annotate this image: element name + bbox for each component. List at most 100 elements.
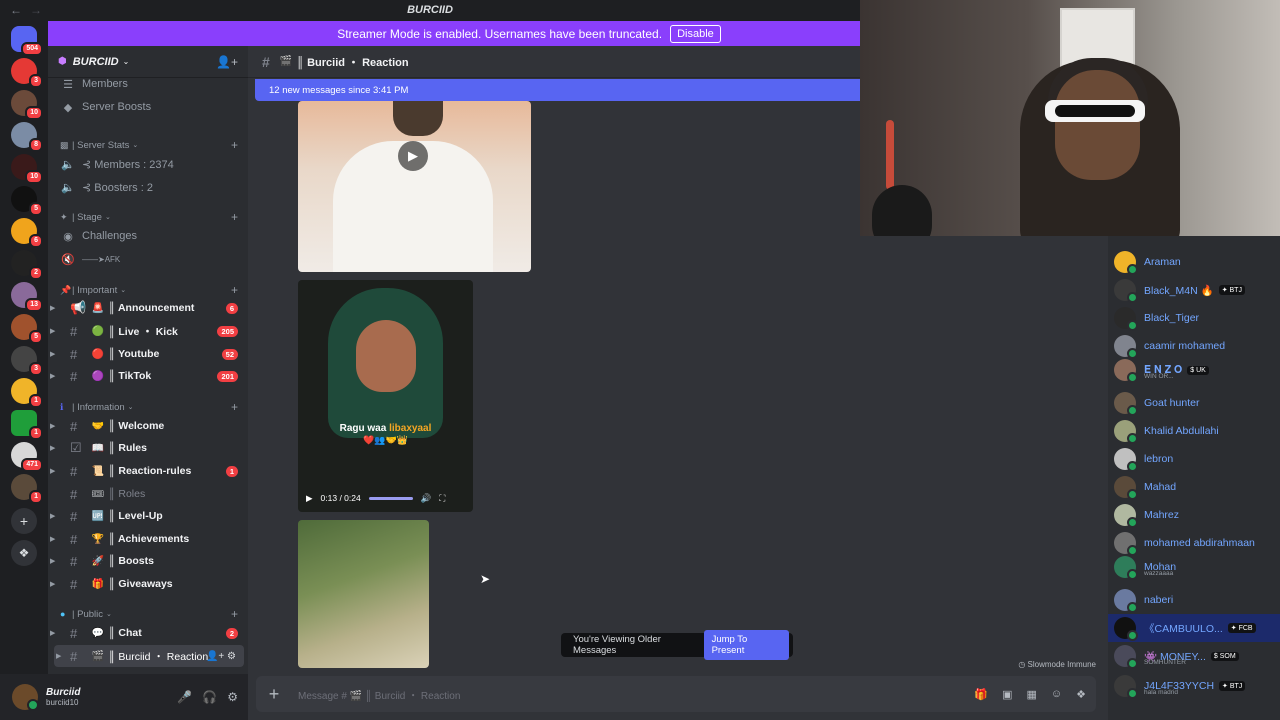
category-information[interactable]: ℹ | Information ⌄ + [48,399,248,415]
category-stage[interactable]: ✦ | Stage ⌄ + [48,209,248,225]
volume-slider[interactable] [368,496,413,500]
server-icon[interactable]: 3 [11,346,43,376]
channel-youtube[interactable]: ▶ # 🔴 ║ Youtube 52 [48,343,248,365]
microphone-icon[interactable]: 🎤 [177,690,192,704]
play-icon[interactable]: ▶ [306,493,313,504]
member-item[interactable]: Mohan wazzaaaa [1108,553,1280,581]
message-input[interactable]: Message # 🎬 ║ Burciid ・ Reaction [298,687,460,702]
stats-icon: ▩ [60,139,69,150]
add-channel-icon[interactable]: + [231,400,238,414]
server-badge: 3 [29,74,43,88]
add-server-icon[interactable]: + [11,508,37,534]
members-item[interactable]: ☰ Members [48,73,248,95]
category-important[interactable]: 📌 | Important ⌄ + [48,282,248,298]
member-item[interactable]: Mahad [1108,473,1280,501]
gear-icon[interactable]: ⚙ [227,690,238,704]
member-item[interactable]: naberi [1108,586,1280,614]
add-channel-icon[interactable]: + [231,210,238,224]
headphones-icon[interactable]: 🎧 [202,690,217,704]
member-item[interactable]: Khalid Abdullahi [1108,417,1280,445]
member-item[interactable]: J4L4F33YYCH ✦ BTJ hala madrid [1108,672,1280,700]
webcam-background [886,120,894,190]
channel-announcement[interactable]: ▶ 📢 🚨 ║ Announcement 6 [48,297,248,319]
member-item[interactable]: 𝐄 𝐍 𝐙 𝐎 $ UK WIN OR... [1108,356,1280,384]
channel-level-up[interactable]: ▶ # 🆙 ║ Level-Up [48,505,248,527]
member-item[interactable]: Mahrez [1108,501,1280,529]
channel-emoji: 🏆 [91,533,105,545]
channel-reaction-rules[interactable]: ▶ # 📜 ║ Reaction-rules 1 [48,460,248,482]
add-channel-icon[interactable]: + [231,138,238,152]
video-attachment[interactable] [298,520,429,668]
member-item[interactable]: Black_Tiger [1108,304,1280,332]
channel-roles[interactable]: # 🎟 ║ Roles [48,483,248,505]
channel-label: ║ Rules [108,442,147,454]
avatar[interactable] [12,684,39,711]
attach-plus-icon[interactable]: + [264,684,284,705]
volume-icon[interactable]: 🔊 [421,493,432,504]
play-icon[interactable]: ▶ [398,141,428,171]
channel-emoji: 💬 [91,627,105,639]
member-item[interactable]: Black_M4N 🔥 ✦ BTJ [1108,276,1280,304]
expand-arrow-icon: ▶ [56,653,62,660]
server-icon[interactable]: 3 [11,58,43,88]
invite-people-icon[interactable]: 👤+ [216,55,238,69]
gif-icon[interactable]: ▣ [1002,688,1012,701]
channel-settings-icons[interactable]: 👤+ ⚙ [206,651,236,662]
server-icon[interactable]: 13 [11,282,43,312]
add-channel-icon[interactable]: + [231,283,238,297]
server-icon[interactable]: 8 [11,122,43,152]
voice-channel-members-stat[interactable]: 🔈 ⊰ Members : 2374 [48,153,248,175]
member-item[interactable]: lebron [1108,445,1280,473]
discover-icon[interactable]: ❖ [11,540,37,566]
server-icon[interactable]: 1 [11,378,43,408]
channel-achievements[interactable]: ▶ # 🏆 ║ Achievements [48,528,248,550]
streamer-image [1045,100,1145,122]
server-icon[interactable]: 471 [11,442,43,472]
server-icon[interactable]: 6 [11,218,43,248]
member-item[interactable]: 《CAMBUULO... ✦ FCB [1108,614,1280,642]
emoji-icon[interactable]: ☺ [1051,688,1062,701]
channel-live-kick[interactable]: ▶ # 🟢 ║ Live ・ Kick 205 [48,320,248,342]
channel-giveaways[interactable]: ▶ # 🎁 ║ Giveaways [48,573,248,595]
category-server-stats[interactable]: ▩ | Server Stats ⌄ + [48,137,248,153]
server-icon[interactable]: 10 [11,154,43,184]
add-channel-icon[interactable]: + [231,607,238,621]
channel-chat[interactable]: ▶ # 💬 ║ Chat 2 [48,622,248,644]
member-name: Mahrez [1144,509,1180,521]
server-icon[interactable]: 1 [11,410,43,440]
category-public[interactable]: ● | Public ⌄ + [48,606,248,622]
message-composer[interactable]: + Message # 🎬 ║ Burciid ・ Reaction 🎁 ▣ ▦… [256,676,1096,712]
channel-rules[interactable]: ▶ ☑ 📖 ║ Rules [48,437,248,459]
gift-icon[interactable]: 🎁 [974,688,988,701]
channel-burciid-reaction[interactable]: ▶ # 🎬 ║ Burciid ・ Reaction 👤+ ⚙ [54,645,244,667]
video-attachment[interactable]: ▶ [298,101,531,272]
home-icon[interactable]: 504 [11,26,43,56]
voice-channel-afk[interactable]: 🔇 ——➤AFK [48,248,248,270]
server-icon[interactable]: 1 [11,474,43,504]
server-icon[interactable]: 5 [11,314,43,344]
channel-boosts[interactable]: ▶ # 🚀 ║ Boosts [48,550,248,572]
sticker-icon[interactable]: ▦ [1026,688,1036,701]
channel-welcome[interactable]: ▶ # 🤝 ║ Welcome [48,415,248,437]
apps-icon[interactable]: ❖ [1076,688,1086,701]
server-icon[interactable]: 2 [11,250,43,280]
member-item[interactable]: 👾 MONEY... $ SOM SOMHUNTER [1108,642,1280,670]
stage-channel-challenges[interactable]: ◉ Challenges [48,225,248,247]
mention-badge: 52 [221,348,238,360]
server-badge: 504 [21,42,43,56]
member-name: lebron [1144,453,1174,465]
new-messages-bar[interactable]: 12 new messages since 3:41 PM [255,79,860,101]
disable-streamer-mode-button[interactable]: Disable [670,24,721,43]
channel-tiktok[interactable]: ▶ # 🟣 ║ TikTok 201 [48,365,248,387]
member-name: Black_M4N 🔥 [1144,284,1214,297]
server-icon[interactable]: 10 [11,90,43,120]
server-icon[interactable]: 5 [11,186,43,216]
server-boosts-item[interactable]: ◆ Server Boosts [48,96,248,118]
jump-to-present-button[interactable]: Jump To Present [703,630,789,660]
voice-channel-boosters-stat[interactable]: 🔈 ⊰ Boosters : 2 [48,176,248,198]
member-item[interactable]: Araman [1108,248,1280,276]
member-item[interactable]: Goat hunter [1108,389,1280,417]
fullscreen-icon[interactable]: ⛶ [439,493,445,504]
member-list: Araman Black_M4N 🔥 ✦ BTJ Black_Tiger caa… [1108,236,1280,720]
video-attachment[interactable]: Ragu waa libaxyaal ❤️👥🤝👑 ▶ 0:13 / 0:24 🔊… [298,280,473,512]
